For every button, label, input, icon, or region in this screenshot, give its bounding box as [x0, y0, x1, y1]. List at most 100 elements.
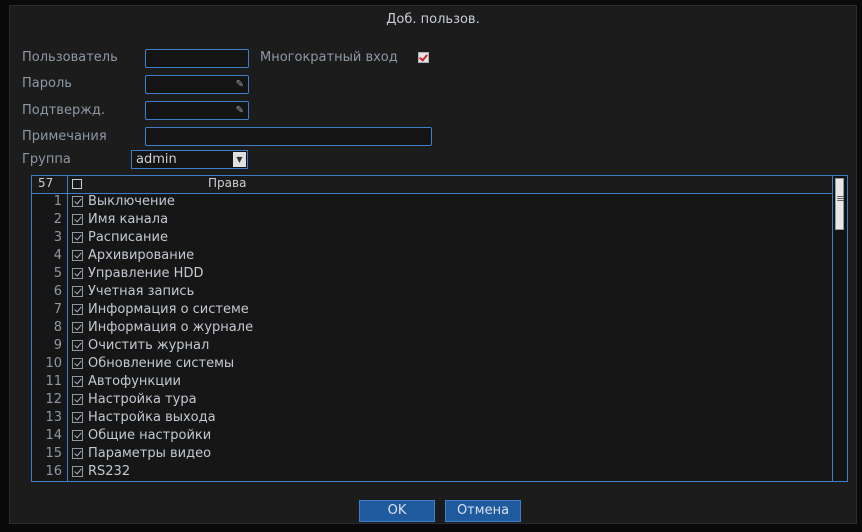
permission-checkbox[interactable]	[72, 358, 83, 369]
permission-checkbox[interactable]	[72, 412, 83, 423]
permission-label: Архивирование	[88, 248, 195, 263]
chevron-down-icon[interactable]: ▼	[233, 152, 246, 167]
user-label: Пользователь	[22, 50, 118, 65]
notes-label: Примечания	[22, 129, 107, 144]
permission-checkbox[interactable]	[72, 304, 83, 315]
permission-row[interactable]: 1 Выключение	[32, 193, 833, 211]
column-divider	[67, 409, 68, 427]
cancel-button[interactable]: Отмена	[445, 500, 521, 522]
notes-input[interactable]	[145, 127, 432, 146]
permission-number: 16	[45, 464, 62, 479]
multi-login-label: Многократный вход	[260, 50, 398, 65]
group-label: Группа	[22, 152, 71, 167]
permission-label: RS232	[88, 464, 131, 479]
ok-button[interactable]: OK	[359, 500, 435, 522]
permission-number: 15	[45, 446, 62, 461]
column-divider	[67, 445, 68, 463]
multi-login-checkbox[interactable]	[418, 52, 429, 63]
permission-number: 8	[53, 320, 62, 335]
permission-label: Обновление системы	[88, 356, 235, 371]
permission-row[interactable]: 7 Информация о системе	[32, 301, 833, 319]
password-visibility-icon[interactable]: ✎	[236, 79, 244, 90]
column-divider	[67, 373, 68, 391]
column-divider	[67, 463, 68, 481]
password-input[interactable]: ✎	[145, 75, 249, 94]
column-divider	[67, 229, 68, 247]
column-divider	[67, 176, 68, 193]
permission-checkbox[interactable]	[72, 466, 83, 477]
column-divider	[67, 247, 68, 265]
permission-label: Автофункции	[88, 374, 181, 389]
permissions-header-title: Права	[208, 176, 247, 190]
column-divider	[67, 193, 68, 211]
column-divider	[67, 265, 68, 283]
permission-row[interactable]: 2 Имя канала	[32, 211, 833, 229]
permission-checkbox[interactable]	[72, 250, 83, 261]
permission-checkbox[interactable]	[72, 448, 83, 459]
permission-number: 10	[45, 356, 62, 371]
permissions-count: 57	[38, 176, 54, 190]
permission-number: 1	[53, 194, 62, 209]
add-user-dialog: Доб. пользов. Пользователь Многократный …	[9, 5, 857, 524]
permission-number: 7	[53, 302, 62, 317]
permission-number: 12	[45, 392, 62, 407]
dialog-title: Доб. пользов.	[386, 12, 480, 27]
group-select[interactable]: admin ▼	[131, 150, 248, 169]
permissions-scrollbar[interactable]	[832, 176, 847, 481]
permissions-rows: 1 Выключение 2 Имя канала 3 Расписание 4 Архиви…	[32, 193, 833, 481]
permission-checkbox[interactable]	[72, 196, 83, 207]
confirm-password-input[interactable]: ✎	[145, 101, 249, 120]
permission-checkbox[interactable]	[72, 340, 83, 351]
permission-row[interactable]: 11 Автофункции	[32, 373, 833, 391]
scroll-thumb-icon[interactable]	[835, 178, 844, 230]
permission-number: 2	[53, 212, 62, 227]
permission-number: 5	[53, 266, 62, 281]
column-divider	[67, 337, 68, 355]
permission-number: 9	[53, 338, 62, 353]
permission-row[interactable]: 4 Архивирование	[32, 247, 833, 265]
permission-number: 14	[45, 428, 62, 443]
permission-number: 6	[53, 284, 62, 299]
permission-row[interactable]: 13 Настройка выхода	[32, 409, 833, 427]
column-divider	[67, 391, 68, 409]
permission-number: 3	[53, 230, 62, 245]
permission-row[interactable]: 8 Информация о журнале	[32, 319, 833, 337]
permissions-list: 57 Права 1 Выключение 2 Имя канала 3 Расписан…	[31, 175, 848, 482]
permission-row[interactable]: 3 Расписание	[32, 229, 833, 247]
confirm-label: Подтвержд.	[22, 103, 106, 118]
select-all-checkbox[interactable]	[72, 179, 82, 189]
user-input[interactable]	[145, 49, 249, 68]
permission-checkbox[interactable]	[72, 214, 83, 225]
permission-label: Информация о системе	[88, 302, 249, 317]
permission-row[interactable]: 12 Настройка тура	[32, 391, 833, 409]
permission-label: Расписание	[88, 230, 168, 245]
permission-label: Настройка тура	[88, 392, 197, 407]
permission-row[interactable]: 10 Обновление системы	[32, 355, 833, 373]
permission-row[interactable]: 6 Учетная запись	[32, 283, 833, 301]
permission-label: Настройка выхода	[88, 410, 216, 425]
permission-row[interactable]: 14 Общие настройки	[32, 427, 833, 445]
permission-number: 11	[45, 374, 62, 389]
permissions-header: 57 Права	[32, 176, 833, 194]
permission-checkbox[interactable]	[72, 376, 83, 387]
permission-label: Имя канала	[88, 212, 169, 227]
permission-label: Управление HDD	[88, 266, 204, 281]
permission-checkbox[interactable]	[72, 286, 83, 297]
permission-checkbox[interactable]	[72, 232, 83, 243]
permission-checkbox[interactable]	[72, 268, 83, 279]
permission-number: 4	[53, 248, 62, 263]
permission-label: Общие настройки	[88, 428, 212, 443]
permission-row[interactable]: 5 Управление HDD	[32, 265, 833, 283]
permission-label: Параметры видео	[88, 446, 212, 461]
permission-row[interactable]: 16 RS232	[32, 463, 833, 481]
permission-label: Выключение	[88, 194, 175, 209]
column-divider	[67, 319, 68, 337]
permission-checkbox[interactable]	[72, 394, 83, 405]
permission-row[interactable]: 9 Очистить журнал	[32, 337, 833, 355]
password-visibility-icon[interactable]: ✎	[236, 105, 244, 116]
permission-row[interactable]: 15 Параметры видео	[32, 445, 833, 463]
column-divider	[67, 211, 68, 229]
permission-checkbox[interactable]	[72, 322, 83, 333]
permission-checkbox[interactable]	[72, 430, 83, 441]
permission-label: Информация о журнале	[88, 320, 254, 335]
